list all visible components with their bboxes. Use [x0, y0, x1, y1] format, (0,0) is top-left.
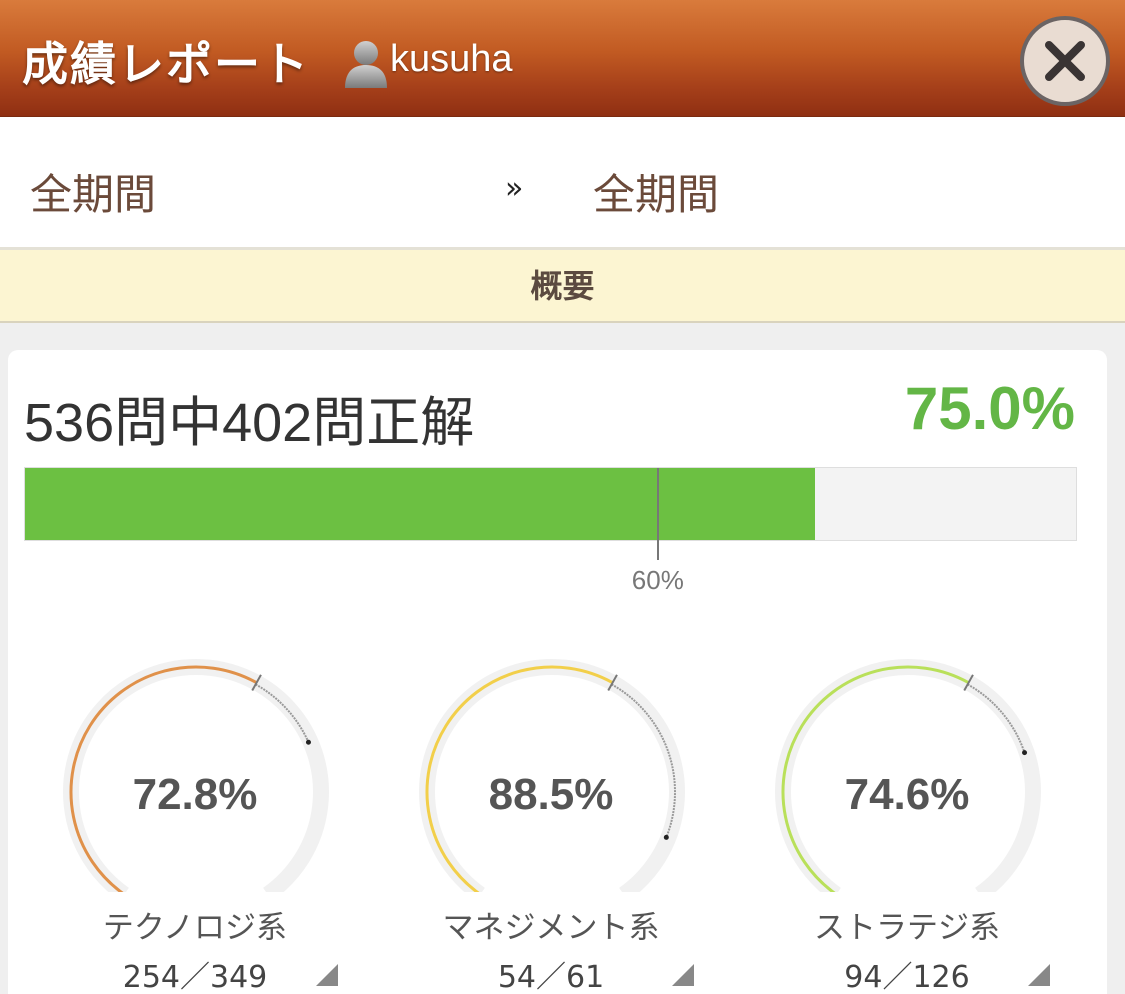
period-to[interactable]: 全期間	[593, 161, 719, 222]
progress-bar-fill	[25, 468, 815, 540]
category-gauge-management[interactable]: 88.5% マネジメント系 54／61	[416, 652, 696, 994]
summary-rate: 75.0%	[904, 375, 1075, 442]
section-header: 概要	[0, 250, 1125, 323]
expand-corner-icon[interactable]	[672, 964, 694, 986]
header-bar: 成績レポート kusuha	[0, 0, 1125, 117]
username: kusuha	[390, 38, 513, 80]
page-title: 成績レポート	[22, 37, 310, 91]
gauge-value: 74.6%	[844, 770, 970, 819]
progress-bar	[24, 467, 1077, 560]
user-icon	[345, 41, 387, 88]
gauge-count: 94／126	[844, 960, 970, 994]
summary-card: 536問中402問正解 75.0% 60% 72.8% テクノロジ系 254／3…	[8, 350, 1107, 994]
close-icon	[1045, 41, 1085, 81]
gauge-label: マネジメント系	[442, 910, 660, 946]
expand-corner-icon[interactable]	[1028, 964, 1050, 986]
period-from[interactable]: 全期間	[30, 161, 156, 222]
gauge-label: ストラテジ系	[814, 910, 1000, 946]
gauge-end-dot	[1022, 750, 1028, 756]
period-arrow: »	[505, 171, 524, 206]
pass-line-marker	[656, 468, 659, 560]
gauge-value: 72.8%	[132, 770, 258, 819]
period-selector: 全期間 » 全期間	[0, 117, 1125, 250]
gauge-value: 88.5%	[488, 770, 614, 819]
gauge-count: 54／61	[497, 960, 605, 994]
summary-text: 536問中402問正解	[24, 393, 475, 453]
gauge-count: 254／349	[122, 960, 268, 994]
gauge-end-dot	[663, 834, 669, 840]
expand-corner-icon[interactable]	[316, 964, 338, 986]
pass-line-label: 60%	[631, 565, 684, 595]
close-button[interactable]	[1020, 16, 1110, 106]
gauge-end-dot	[305, 739, 311, 745]
category-gauge-technology[interactable]: 72.8% テクノロジ系 254／349	[60, 652, 340, 994]
category-gauge-strategy[interactable]: 74.6% ストラテジ系 94／126	[772, 652, 1052, 994]
gauge-label: テクノロジ系	[102, 910, 288, 946]
